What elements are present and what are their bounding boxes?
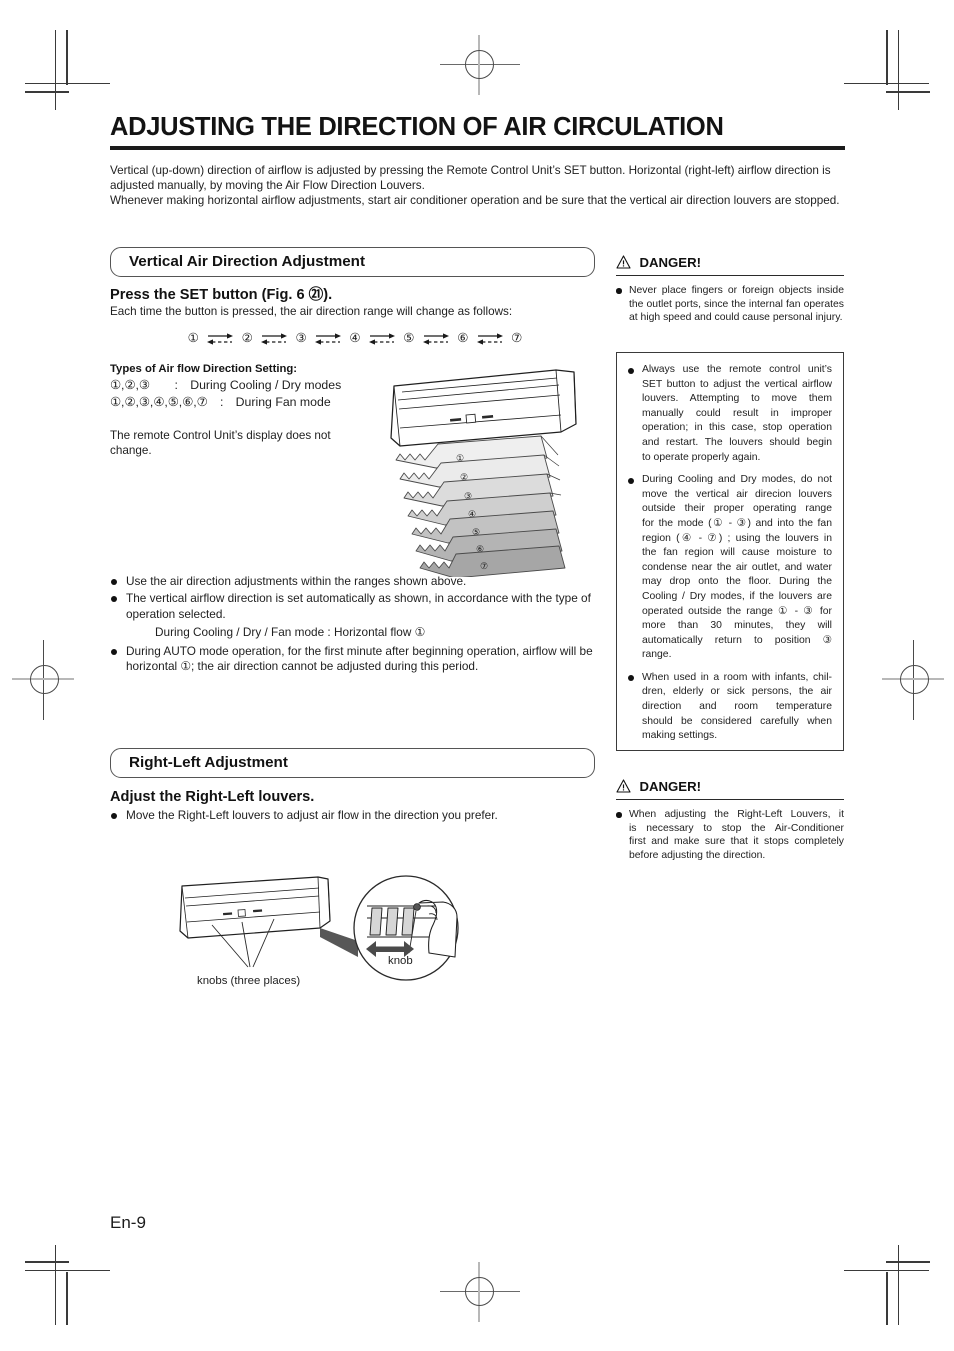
caution-line: louvers. Attempting to move them — [642, 393, 832, 405]
caution-line: automatically return to position ③ — [642, 634, 832, 646]
louver-label-7: ⑦ — [480, 561, 488, 571]
caution-line: direction and room temperature — [642, 701, 832, 713]
danger-line: is necessary to stop the Air-Conditioner — [629, 822, 844, 834]
vertical-airflow-diagram: ① ② ③ ④ ⑤ ⑥ ⑦ — [378, 362, 593, 577]
bidirectional-arrow-icon — [368, 332, 395, 346]
caution-line: move the vertical air direcion louvers — [642, 488, 832, 500]
louver-label-5: ⑤ — [472, 527, 480, 537]
air-direction-sequence: ① ② ③ ④ ⑤ ⑥ ⑦ — [110, 330, 600, 345]
sequence-number-4: ④ — [349, 331, 361, 346]
intro-paragraph: Vertical (up-down) direction of airflow … — [110, 164, 840, 208]
caution-box: Always use the remote control unit’s SET… — [616, 352, 844, 751]
caution-line: the fan region will cause moisture to — [642, 547, 832, 559]
sequence-number-2: ② — [241, 331, 253, 346]
list-item: During AUTO mode operation, for the firs… — [110, 644, 610, 675]
sequence-number-1: ① — [187, 331, 199, 346]
louver-label-3: ③ — [464, 491, 472, 501]
section-header-vertical-label: Vertical Air Direction Adjustment — [129, 253, 366, 270]
louver-label-1: ① — [456, 453, 464, 463]
sequence-number-3: ③ — [295, 331, 307, 346]
caution-line: more than 30 minutes, they will — [642, 620, 832, 632]
rightleft-bullet-list: Move the Right-Left louvers to adjust ai… — [110, 808, 610, 825]
caution-line: Always use the remote control unit’s — [642, 364, 832, 375]
caution-line: During Cooling and Dry modes, do not — [642, 474, 832, 486]
knobs-caption: knobs (three places) — [197, 975, 301, 987]
caution-line: When used in a room with infants, chil- — [642, 671, 832, 683]
list-item: When used in a room with infants, chil- … — [627, 671, 832, 744]
bidirectional-arrow-icon — [261, 332, 288, 346]
bidirectional-arrow-icon — [476, 332, 503, 346]
list-item: Never place fingers or foreign objects i… — [616, 284, 844, 325]
list-item: During Cooling and Dry modes, do not mov… — [627, 473, 832, 663]
caution-line: operation; in this case, stop operation — [642, 422, 832, 434]
danger-top-rule — [616, 275, 844, 277]
danger-line: When adjusting the Right-Left Louvers, i… — [629, 809, 844, 820]
caution-line: and restart. The louvers should begin — [642, 436, 832, 448]
section-header-vertical: Vertical Air Direction Adjustment — [110, 247, 595, 277]
danger-bottom-label: DANGER! — [639, 779, 701, 794]
louver-label-2: ② — [460, 472, 468, 482]
vertical-bullet-list: Use the air direction adjustments within… — [110, 574, 610, 676]
caution-line: making settings. — [642, 730, 718, 742]
airflow-types-block: Types of Air flow Direction Setting: ①,②… — [110, 362, 380, 411]
list-item: When adjusting the Right-Left Louvers, i… — [616, 808, 844, 862]
caution-line: Cooling / Dry modes, if the louvers are — [642, 590, 832, 602]
list-item: Always use the remote control unit’s SET… — [627, 363, 832, 465]
danger-line: first and make sure that it stops comple… — [629, 836, 844, 848]
sequence-number-5: ⑤ — [403, 331, 415, 346]
sequence-number-7: ⑦ — [511, 331, 523, 346]
caution-line: to operate properly again. — [642, 451, 761, 463]
bidirectional-arrow-icon — [207, 332, 234, 346]
danger-bottom-rule — [616, 799, 844, 801]
louver-label-6: ⑥ — [476, 544, 484, 554]
caution-line: manually could result in improper — [642, 407, 832, 419]
airflow-types-row: ①,②,③,④,⑤,⑥,⑦ : During Fan mode — [110, 395, 331, 409]
caution-line: may drop onto the floor. During the — [642, 576, 832, 588]
danger-bottom-body: When adjusting the Right-Left Louvers, i… — [616, 808, 844, 862]
page-title: ADJUSTING THE DIRECTION OF AIR CIRCULATI… — [110, 113, 724, 141]
danger-bottom-heading: DANGER! — [616, 778, 846, 796]
danger-line: before adjusting the direction. — [629, 849, 766, 861]
danger-top-heading: DANGER! — [616, 254, 846, 272]
bidirectional-arrow-icon — [315, 332, 342, 346]
list-item: The vertical airflow direction is set au… — [110, 591, 610, 622]
airflow-types-heading: Types of Air flow Direction Setting: — [110, 363, 298, 375]
page-number: En-9 — [110, 1213, 146, 1232]
warning-triangle-icon — [616, 255, 631, 269]
caution-line: operated outside the range ① - ③ for — [642, 605, 832, 617]
airflow-types-row: ①,②,③ : During Cooling / Dry modes — [110, 378, 342, 392]
louver-label-4: ④ — [468, 509, 476, 519]
knob-caption: knob — [388, 955, 413, 967]
caution-line: SET button to adjust the vertical airflo… — [642, 378, 832, 390]
list-item: Use the air direction adjustments within… — [110, 574, 610, 589]
list-item: Move the Right-Left louvers to adjust ai… — [110, 808, 610, 823]
section-header-rightleft: Right-Left Adjustment — [110, 748, 595, 778]
bidirectional-arrow-icon — [422, 332, 449, 346]
section-header-rightleft-label: Right-Left Adjustment — [129, 754, 288, 771]
caution-line: range. — [642, 649, 672, 661]
caution-line: dren, elderly or sick persons, the air — [642, 686, 832, 698]
caution-line: outside their proper operating range — [642, 503, 832, 515]
sequence-number-6: ⑥ — [457, 331, 469, 346]
danger-top-label: DANGER! — [639, 255, 701, 270]
display-note: The remote Control Unit’s display does n… — [110, 429, 331, 458]
rightleft-subhead: Adjust the Right-Left louvers. — [110, 789, 315, 805]
title-rule — [110, 146, 845, 150]
vertical-instruction: Each time the button is pressed, the air… — [110, 305, 513, 318]
caution-line: should be considered carefully when — [642, 715, 832, 727]
vertical-subhead: Press the SET button (Fig. 6 ㉑). — [110, 287, 333, 303]
warning-triangle-icon — [616, 779, 631, 793]
caution-line: for the mode (① - ③) and into the fan — [642, 517, 832, 529]
danger-top-body: Never place fingers or foreign objects i… — [616, 284, 844, 325]
list-item-sub: During Cooling / Dry / Fan mode : Horizo… — [155, 625, 426, 640]
caution-line: region (④ - ⑦) ; using the louvers in — [642, 532, 832, 544]
caution-line: condense near the air outlet, and water — [642, 561, 832, 573]
